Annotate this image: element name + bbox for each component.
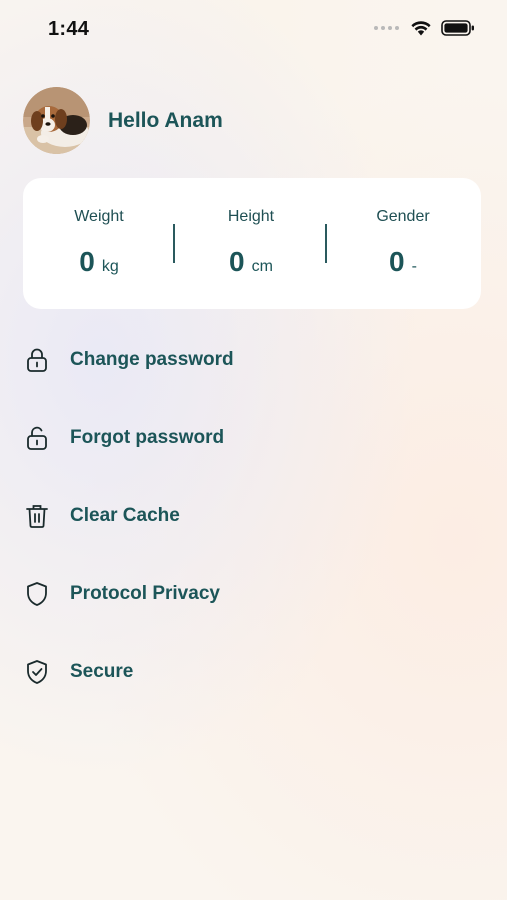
stat-value: 0 xyxy=(79,246,95,277)
unlock-icon xyxy=(23,424,51,452)
menu-item-forgot-password[interactable]: Forgot password xyxy=(0,399,507,477)
stat-height: Height 0 cm xyxy=(175,178,327,309)
stat-unit: - xyxy=(411,258,417,275)
stat-label: Gender xyxy=(376,208,430,225)
menu-item-change-password[interactable]: Change password xyxy=(0,321,507,399)
menu-item-label: Forgot password xyxy=(70,427,225,448)
lock-icon xyxy=(23,346,51,374)
status-icons xyxy=(374,20,475,36)
shield-check-icon xyxy=(23,658,51,686)
stats-card: Weight 0 kg Height 0 cm Gender 0 - xyxy=(23,178,481,309)
menu-item-label: Protocol Privacy xyxy=(70,583,220,604)
status-time: 1:44 xyxy=(48,18,90,40)
stat-unit: kg xyxy=(101,258,119,275)
menu-item-protocol-privacy[interactable]: Protocol Privacy xyxy=(0,555,507,633)
signal-dots-icon xyxy=(374,26,399,30)
menu-item-label: Secure xyxy=(70,661,134,682)
stat-value: 0 xyxy=(389,246,405,277)
battery-icon xyxy=(441,20,474,36)
avatar[interactable] xyxy=(23,87,90,154)
status-bar: 1:44 xyxy=(0,0,507,60)
trash-icon xyxy=(23,502,51,530)
profile-header: Hello Anam xyxy=(23,87,223,154)
stat-unit: cm xyxy=(251,258,273,275)
wifi-icon xyxy=(411,21,431,36)
stat-label: Weight xyxy=(74,208,124,225)
stat-label: Height xyxy=(227,208,275,225)
stat-weight: Weight 0 kg xyxy=(23,178,175,309)
greeting-text: Hello Anam xyxy=(108,108,223,132)
stat-value: 0 xyxy=(229,246,245,277)
settings-menu: Change password Forgot password Clear Ca… xyxy=(0,321,507,711)
menu-item-clear-cache[interactable]: Clear Cache xyxy=(0,477,507,555)
stat-gender: Gender 0 - xyxy=(327,178,479,309)
menu-item-secure[interactable]: Secure xyxy=(0,633,507,711)
menu-item-label: Clear Cache xyxy=(70,505,180,526)
shield-icon xyxy=(23,580,51,608)
menu-item-label: Change password xyxy=(70,349,234,370)
